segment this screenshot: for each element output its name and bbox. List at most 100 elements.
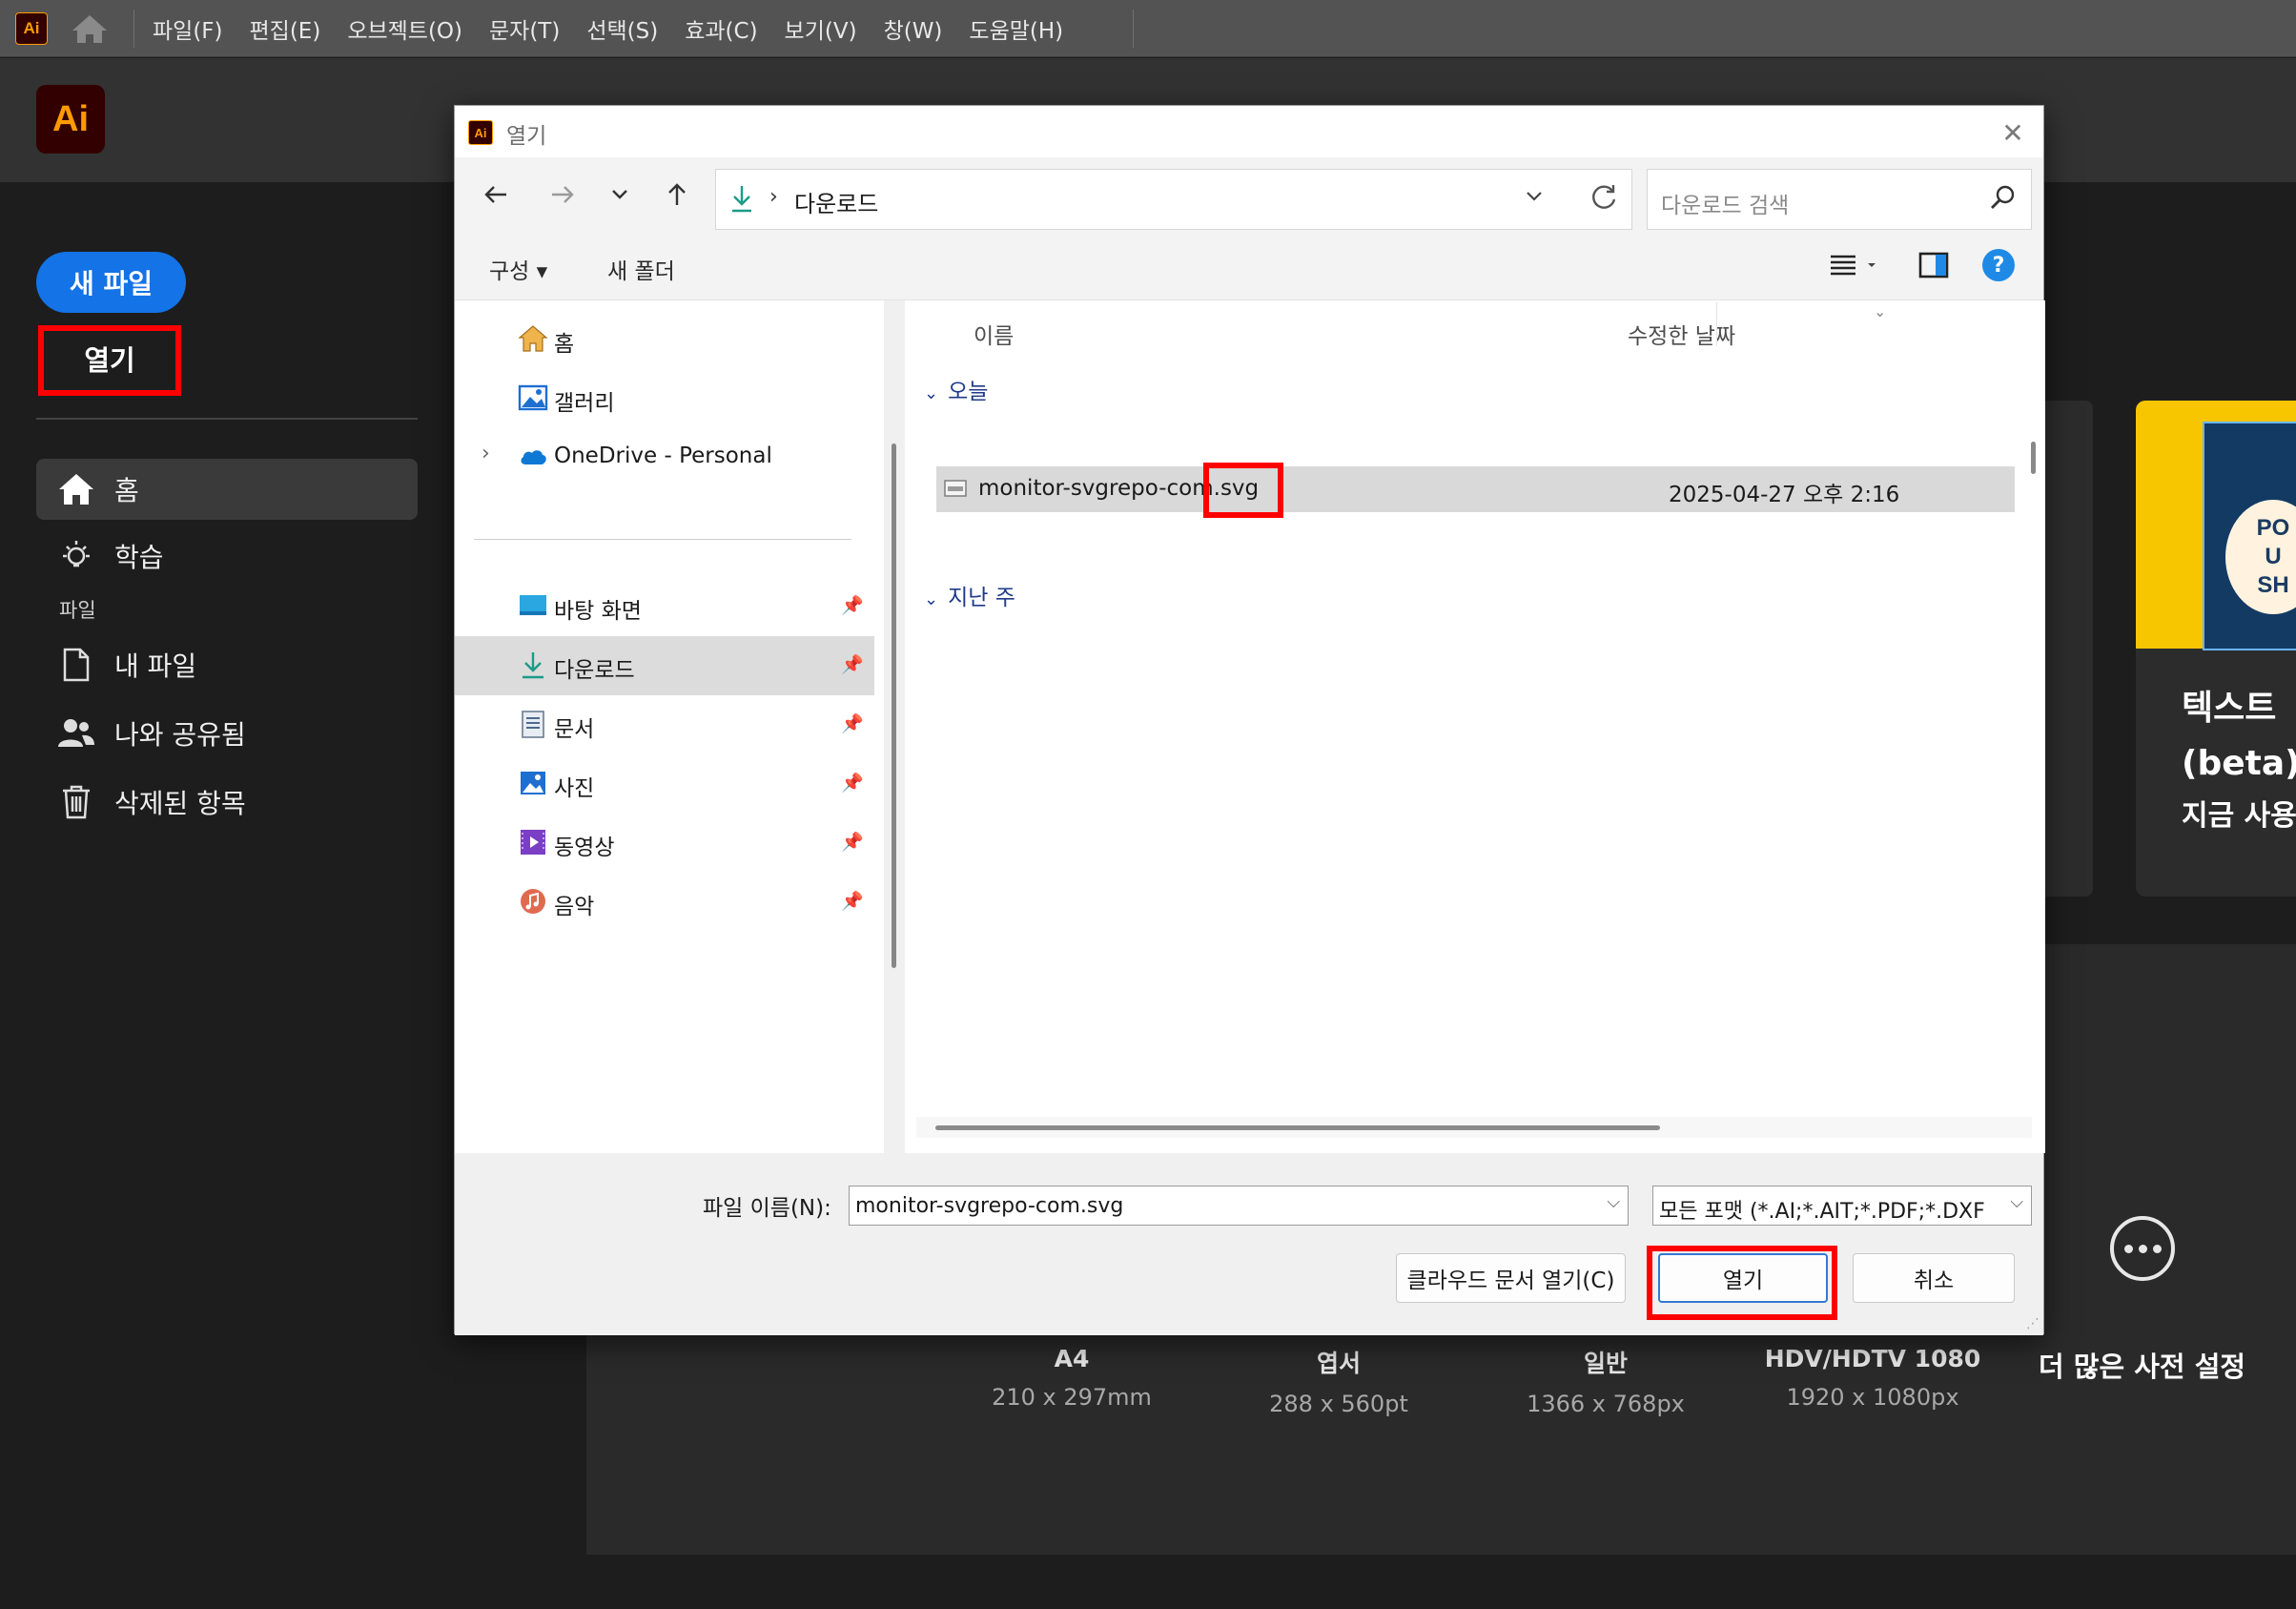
menu-effect[interactable]: 효과(C) <box>685 12 757 45</box>
search-input[interactable]: 다운로드 검색 <box>1647 169 2032 230</box>
menu-window[interactable]: 창(W) <box>884 12 943 45</box>
menu-select[interactable]: 선택(S) <box>586 12 658 45</box>
pin-icon[interactable]: 📌 <box>841 653 864 675</box>
nav-home[interactable]: 홈 <box>455 310 874 369</box>
file-vertical-scrollbar[interactable] <box>2023 300 2044 1153</box>
filename-input[interactable]: monitor-svgrepo-com.svg ⌵ <box>849 1186 1629 1226</box>
scroll-thumb[interactable] <box>2031 442 2036 474</box>
scroll-thumb[interactable] <box>892 444 896 968</box>
organize-label: 구성 <box>489 259 530 284</box>
more-presets-label[interactable]: 더 많은 사전 설정 <box>2039 1345 2245 1385</box>
chevron-down-icon[interactable] <box>1525 185 1544 209</box>
open-cloud-document-button[interactable]: 클라우드 문서 열기(C) <box>1396 1253 1626 1303</box>
recent-locations-icon[interactable] <box>598 173 642 217</box>
preset-name: 일반 <box>1583 1350 1628 1377</box>
column-divider[interactable] <box>1716 302 1717 346</box>
address-bar[interactable]: › 다운로드 <box>715 169 1632 230</box>
music-icon <box>518 886 548 917</box>
pin-icon[interactable]: 📌 <box>841 890 864 912</box>
breadcrumb-downloads[interactable]: 다운로드 <box>794 185 878 218</box>
nav-pictures[interactable]: 사진 📌 <box>455 754 874 814</box>
open-button[interactable]: 열기 <box>1658 1253 1828 1303</box>
pin-icon[interactable]: 📌 <box>841 772 864 794</box>
chevron-right-icon[interactable]: › <box>482 442 490 465</box>
more-presets-button[interactable] <box>2110 1216 2175 1281</box>
nav-documents[interactable]: 문서 📌 <box>455 695 874 754</box>
sidebar-item-home[interactable]: 홈 <box>36 459 418 520</box>
nav-gallery[interactable]: 갤러리 <box>455 369 874 428</box>
file-modified: 2025-04-27 오후 2:16 <box>1669 483 1900 507</box>
open-file-dialog: Ai 열기 ✕ › 다운로드 다운로드 검색 구성 ▾ 새 폴더 ? 홈 갤러리… <box>454 105 2045 1335</box>
ai-logo-icon: Ai <box>468 120 493 145</box>
nav-downloads[interactable]: 다운로드 📌 <box>455 636 874 695</box>
menu-help[interactable]: 도움말(H) <box>969 12 1063 45</box>
home-icon <box>518 323 548 354</box>
view-list-icon[interactable] <box>1828 249 1879 285</box>
group-today[interactable]: ⌄ 오늘 <box>924 373 988 405</box>
preset-common[interactable]: 일반 1366 x 768px <box>1463 1345 1749 1417</box>
menu-type[interactable]: 문자(T) <box>489 12 560 45</box>
dot-icon <box>2123 1244 2133 1253</box>
group-last-week[interactable]: ⌄ 지난 주 <box>924 579 1015 611</box>
scroll-thumb[interactable] <box>935 1125 1660 1130</box>
feature-title-line1: 텍스트 <box>2182 689 2277 728</box>
sidebar-item-my-files[interactable]: 내 파일 <box>36 634 418 695</box>
dialog-title: 열기 <box>506 124 547 149</box>
file-horizontal-scrollbar[interactable] <box>916 1117 2032 1138</box>
onedrive-icon <box>518 442 548 472</box>
feature-cta[interactable]: 지금 사용 <box>2182 792 2296 834</box>
cancel-button[interactable]: 취소 <box>1853 1253 2015 1303</box>
pictures-icon <box>518 768 548 798</box>
pin-icon[interactable]: 📌 <box>841 831 864 853</box>
nav-scrollbar[interactable] <box>884 300 905 1153</box>
up-folder-icon[interactable] <box>655 173 699 217</box>
sidebar-item-shared[interactable]: 나와 공유됨 <box>36 703 418 764</box>
preview-pane-icon[interactable] <box>1917 249 1950 285</box>
new-file-button[interactable]: 새 파일 <box>36 252 186 313</box>
feature-art-text: PO U SH <box>2225 500 2296 614</box>
file-name: monitor-svgrepo-com.svg <box>978 476 1260 501</box>
close-icon[interactable]: ✕ <box>1996 115 2030 150</box>
nav-videos[interactable]: 동영상 📌 <box>455 814 874 873</box>
search-icon <box>1989 183 2018 216</box>
file-row[interactable]: monitor-svgrepo-com.svg 2025-04-27 오후 2:… <box>936 466 2015 512</box>
nav-separator <box>474 539 851 540</box>
sidebar-item-label: 삭제된 항목 <box>114 788 246 819</box>
preset-name: 엽서 <box>1316 1350 1361 1377</box>
menu-file[interactable]: 파일(F) <box>153 12 223 45</box>
preset-a4[interactable]: A4 210 x 297mm <box>929 1345 1215 1411</box>
menu-object[interactable]: 오브젝트(O) <box>347 12 462 45</box>
help-icon[interactable]: ? <box>1982 249 2015 281</box>
people-icon <box>55 712 97 754</box>
ai-logo-icon: Ai <box>15 12 48 45</box>
sidebar-item-learn[interactable]: 학습 <box>36 526 418 587</box>
new-folder-button[interactable]: 새 폴더 <box>607 253 675 285</box>
sidebar-item-deleted[interactable]: 삭제된 항목 <box>36 772 418 833</box>
preset-postcard[interactable]: 엽서 288 x 560pt <box>1196 1345 1482 1417</box>
preset-dimensions: 210 x 297mm <box>992 1384 1152 1411</box>
menu-edit[interactable]: 편집(E) <box>250 12 321 45</box>
column-modified[interactable]: 수정한 날짜 <box>1628 318 1735 350</box>
resize-grip-icon[interactable]: ⋰ <box>2026 1316 2040 1331</box>
filetype-select[interactable]: 모든 포맷 (*.AI;*.AIT;*.PDF;*.DXF ⌵ <box>1652 1186 2032 1226</box>
forward-icon[interactable] <box>541 173 584 217</box>
home-icon[interactable] <box>67 11 113 46</box>
feature-card[interactable]: PO U SH 텍스트 (beta) 지금 사용 <box>2136 401 2296 897</box>
preset-name: HDV/HDTV 1080 <box>1764 1345 1981 1372</box>
open-button[interactable]: 열기 <box>40 327 179 390</box>
nav-music[interactable]: 음악 📌 <box>455 873 874 932</box>
nav-desktop[interactable]: 바탕 화면 📌 <box>455 577 874 636</box>
preset-hdtv[interactable]: HDV/HDTV 1080 1920 x 1080px <box>1730 1345 2016 1411</box>
organize-button[interactable]: 구성 ▾ <box>489 253 547 285</box>
menu-view[interactable]: 보기(V) <box>785 12 857 45</box>
sidebar-item-label: 내 파일 <box>114 650 197 682</box>
back-icon[interactable] <box>474 173 518 217</box>
address-row: › 다운로드 다운로드 검색 <box>455 157 2043 232</box>
column-name[interactable]: 이름 <box>974 318 1014 350</box>
chevron-down-icon[interactable]: ⌵ <box>1607 1192 1620 1212</box>
pin-icon[interactable]: 📌 <box>841 594 864 616</box>
refresh-icon[interactable] <box>1588 181 1620 220</box>
nav-onedrive[interactable]: › OneDrive - Personal <box>455 428 874 487</box>
pin-icon[interactable]: 📌 <box>841 712 864 734</box>
feature-title: 텍스트 (beta) <box>2182 681 2296 792</box>
